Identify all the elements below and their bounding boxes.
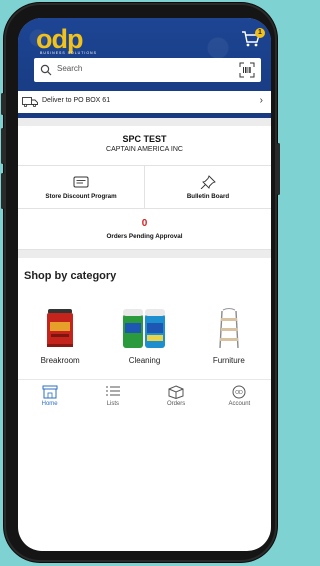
cart-count-badge: 1 — [255, 28, 265, 38]
card-icon — [73, 176, 89, 188]
bottom-tab-bar: Home Lists Orders OD Account — [18, 379, 271, 416]
tab-lists[interactable]: Lists — [81, 380, 144, 416]
odp-logo[interactable]: odp — [36, 26, 83, 53]
tab-orders-label: Orders — [166, 401, 186, 407]
category-furniture-label: Furniture — [212, 356, 245, 365]
box-icon — [168, 385, 184, 399]
store-discount-program-label: Store Discount Program — [45, 193, 117, 200]
shelf-image — [219, 308, 239, 349]
category-furniture[interactable]: Furniture — [187, 286, 271, 372]
volume-up-button — [1, 128, 4, 164]
home-icon — [42, 385, 58, 399]
section-divider — [18, 118, 271, 126]
search-placeholder: Search — [57, 64, 83, 73]
tab-lists-label: Lists — [106, 401, 120, 407]
pending-label: Orders Pending Approval — [106, 233, 183, 240]
volume-down-button — [1, 173, 4, 209]
chevron-right-icon: › — [259, 95, 263, 106]
power-button — [277, 143, 280, 195]
shop-by-category-title: Shop by category — [24, 270, 117, 282]
account-company: CAPTAIN AMERICA INC — [106, 146, 183, 153]
pin-icon — [200, 175, 216, 189]
quick-links: Store Discount Program Bulletin Board — [18, 166, 271, 209]
account-summary: SPC TEST CAPTAIN AMERICA INC — [18, 126, 271, 166]
category-cleaning-label: Cleaning — [128, 356, 161, 365]
category-breakroom-label: Breakroom — [40, 356, 80, 365]
orders-pending-approval[interactable]: 0 Orders Pending Approval — [18, 209, 271, 250]
search-input[interactable]: Search — [34, 58, 261, 82]
section-divider — [18, 250, 271, 258]
deliver-to-label: Deliver to PO BOX 61 — [42, 97, 111, 104]
svg-text:OD: OD — [236, 390, 244, 396]
category-breakroom[interactable]: Breakroom — [18, 286, 102, 372]
category-list: Breakroom Cleaning Furniture — [18, 286, 271, 372]
phone-frame: odp BUSINESS SOLUTIONS 1 Search Deliver … — [1, 3, 280, 562]
bulletin-board-label: Bulletin Board — [186, 193, 230, 200]
tab-orders[interactable]: Orders — [145, 380, 208, 416]
tab-home-label: Home — [41, 401, 58, 407]
tab-account[interactable]: OD Account — [208, 380, 271, 416]
wipes-image — [123, 309, 166, 348]
account-icon: OD — [232, 385, 246, 399]
coffee-can-image — [47, 309, 74, 347]
pending-count: 0 — [141, 218, 148, 229]
barcode-scan-icon[interactable] — [239, 62, 255, 78]
tab-home[interactable]: Home — [18, 380, 81, 416]
bulletin-board-link[interactable]: Bulletin Board — [144, 166, 271, 208]
search-icon — [40, 64, 52, 76]
app-screen: odp BUSINESS SOLUTIONS 1 Search Deliver … — [18, 18, 271, 551]
store-discount-program-link[interactable]: Store Discount Program — [18, 166, 144, 208]
truck-icon — [22, 97, 38, 107]
tab-account-label: Account — [228, 401, 251, 407]
list-icon — [105, 386, 120, 396]
app-header: odp BUSINESS SOLUTIONS 1 Search Deliver … — [18, 18, 271, 118]
mute-switch — [1, 93, 4, 115]
account-name: SPC TEST — [122, 134, 167, 144]
category-cleaning[interactable]: Cleaning — [102, 286, 186, 372]
logo-tagline: BUSINESS SOLUTIONS — [40, 51, 97, 55]
deliver-to-row[interactable]: Deliver to PO BOX 61 › — [18, 91, 271, 113]
